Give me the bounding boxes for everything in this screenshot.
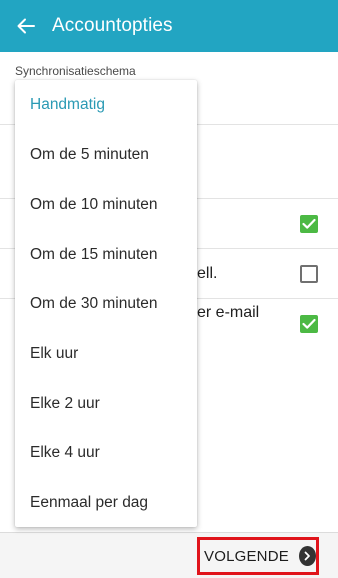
page-title: Accountopties [52,15,173,36]
dropdown-item-4-hours[interactable]: Elke 4 uur [15,428,197,478]
dropdown-item-label: Handmatig [30,96,105,113]
dropdown-item-hourly[interactable]: Elk uur [15,329,197,379]
dropdown-item-label: Eenmaal per dag [30,494,149,511]
back-button[interactable] [0,0,52,52]
dropdown-item-label: Elke 2 uur [30,395,100,412]
dropdown-item-label: Om de 10 minuten [30,196,158,213]
bottom-bar: VOLGENDE [0,532,338,578]
next-button[interactable]: VOLGENDE [197,537,319,575]
dropdown-item-label: Elke 4 uur [30,444,100,461]
next-button-label: VOLGENDE [204,547,289,565]
dropdown-item-manual[interactable]: Handmatig [15,80,197,130]
check-icon [302,318,316,329]
chevron-right-circle-icon [298,546,316,566]
dropdown-item-30-min[interactable]: Om de 30 minuten [15,279,197,329]
dropdown-item-15-min[interactable]: Om de 15 minuten [15,230,197,280]
dropdown-item-label: Om de 15 minuten [30,246,158,263]
dropdown-item-label: Om de 30 minuten [30,295,158,312]
sync-schedule-dropdown: Handmatig Om de 5 minuten Om de 10 minut… [15,80,197,527]
sync-checkbox[interactable] [300,215,318,233]
dropdown-item-2-hours[interactable]: Elke 2 uur [15,379,197,429]
notify-option-label: ell. [197,265,218,282]
check-icon [302,218,316,229]
app-bar: Accountopties [0,0,338,52]
arrow-left-icon [17,18,35,34]
dropdown-item-label: Om de 5 minuten [30,146,149,163]
sync-schedule-label: Synchronisatieschema [15,64,136,78]
notify-checkbox[interactable] [300,265,318,283]
dropdown-item-label: Elk uur [30,345,79,362]
email-option-label: er e-mail [197,304,260,321]
dropdown-item-daily[interactable]: Eenmaal per dag [15,478,197,528]
email-checkbox[interactable] [300,315,318,333]
dropdown-item-10-min[interactable]: Om de 10 minuten [15,180,197,230]
dropdown-item-5-min[interactable]: Om de 5 minuten [15,130,197,180]
